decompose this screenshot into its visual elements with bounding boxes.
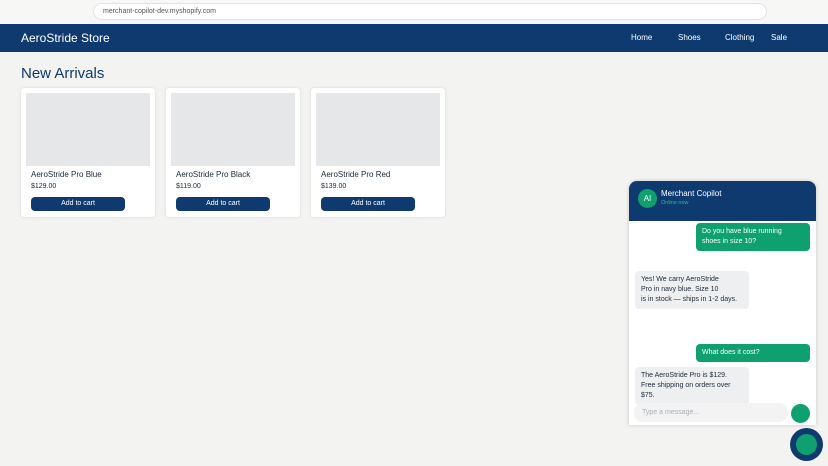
assistant-avatar: AI [638,189,657,208]
message-line: Pro in navy blue. Size 10 [641,286,719,293]
product-name[interactable]: AeroStride Pro Blue [31,170,102,179]
nav-item-shoes[interactable]: Shoes [678,24,701,52]
address-bar[interactable]: merchant-copilot-dev.myshopify.com [94,4,766,19]
add-to-cart-button[interactable]: Add to cart [321,197,415,211]
add-to-cart-button[interactable]: Add to cart [31,197,125,211]
message-line: shoes in size 10? [702,238,757,245]
nav-item-home[interactable]: Home [631,24,652,52]
product-price: $139.00 [321,183,347,190]
message-line: Free shipping on orders over $75. [641,382,731,399]
product-image-placeholder[interactable] [171,93,295,166]
user-message: Do you have blue running shoes in size 1… [696,223,810,251]
user-message: What does it cost? [696,344,810,362]
message-line: The AeroStride Pro is $129. [641,372,727,379]
nav-item-clothing[interactable]: Clothing [725,24,754,52]
section-title: New Arrivals [21,65,105,82]
product-price: $129.00 [31,183,57,190]
product-card[interactable]: AeroStride Pro Blue $129.00 Add to cart [21,88,155,217]
browser-toolbar: merchant-copilot-dev.myshopify.com [0,0,828,24]
chat-launcher-icon [796,434,817,455]
assistant-message: Yes! We carry AeroStride Pro in navy blu… [635,271,749,309]
chat-message-input[interactable]: Type a message... [634,403,788,422]
store-brand[interactable]: AeroStride Store [21,24,110,52]
message-line: Do you have blue running [702,228,782,235]
chat-status: Online now [661,200,689,206]
chat-widget: AI Merchant Copilot Online now Do you ha… [629,181,816,425]
product-card[interactable]: AeroStride Pro Black $119.00 Add to cart [166,88,300,217]
send-button[interactable] [791,404,810,423]
chat-title: Merchant Copilot [661,189,722,198]
add-to-cart-button[interactable]: Add to cart [176,197,270,211]
product-card[interactable]: AeroStride Pro Red $139.00 Add to cart [311,88,445,217]
assistant-message: The AeroStride Pro is $129. Free shippin… [635,367,749,405]
chat-header: AI Merchant Copilot Online now [629,181,816,221]
product-image-placeholder[interactable] [26,93,150,166]
message-line: Yes! We carry AeroStride [641,276,719,283]
product-price: $119.00 [176,183,201,190]
nav-item-sale[interactable]: Sale [771,24,787,52]
product-name[interactable]: AeroStride Pro Black [176,170,250,179]
message-line: is in stock — ships in 1-2 days. [641,296,738,303]
store-navbar: AeroStride Store Home Shoes Clothing Sal… [0,24,828,52]
chat-launcher-button[interactable] [790,428,823,461]
product-name[interactable]: AeroStride Pro Red [321,170,390,179]
message-line: What does it cost? [702,349,760,356]
product-image-placeholder[interactable] [316,93,440,166]
